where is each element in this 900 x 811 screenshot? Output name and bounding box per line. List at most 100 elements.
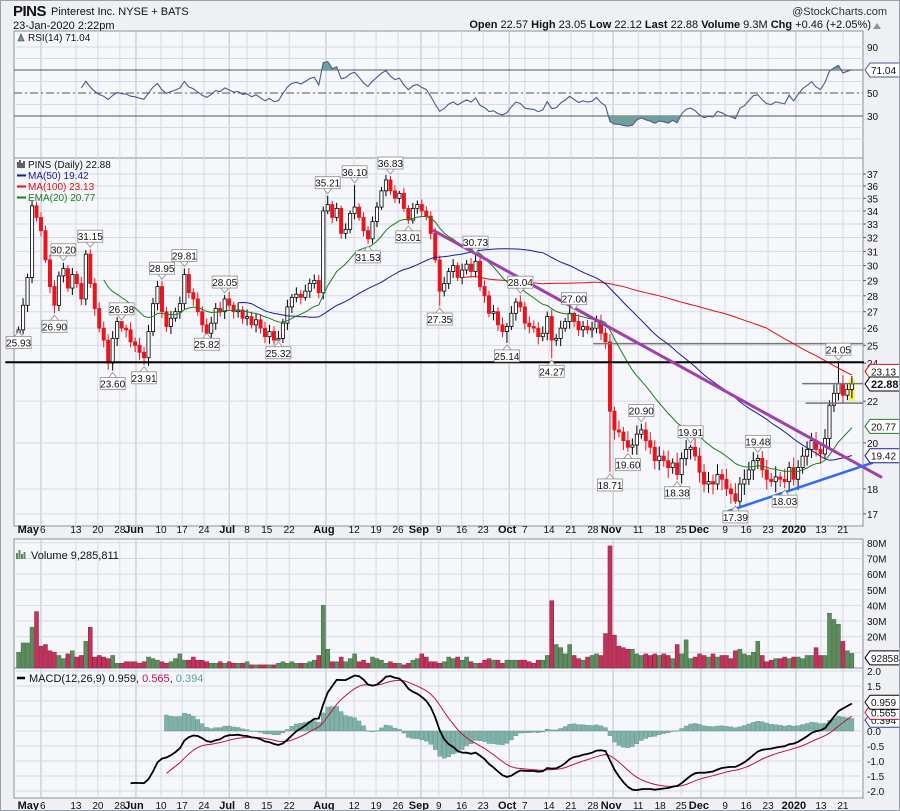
- volume-bar: [244, 661, 250, 669]
- volume-bar: [191, 656, 196, 669]
- x-axis-day-label: 20: [92, 525, 104, 536]
- volume-bar: [303, 663, 308, 669]
- price-axis-label: 30: [867, 262, 879, 273]
- x-axis-month-label: Jun: [124, 800, 144, 811]
- volume-bar: [670, 658, 675, 669]
- candle-body: [460, 269, 465, 278]
- x-axis-month-label: Aug: [313, 524, 334, 536]
- candle-body: [451, 265, 456, 272]
- candle-body: [621, 431, 626, 442]
- ema20-legend: EMA(20) 20.77: [28, 193, 96, 204]
- macd-histogram-bar: [683, 725, 689, 732]
- volume-bar: [352, 653, 357, 669]
- macd-histogram-bar: [849, 718, 855, 732]
- volume-bar: [531, 663, 537, 669]
- candle-body: [249, 316, 254, 326]
- candle-body: [370, 220, 375, 240]
- volume-bar: [509, 659, 514, 669]
- price-label: 30.20: [51, 246, 76, 257]
- x-axis-day-label: 23: [478, 801, 490, 811]
- price-label: 36.10: [342, 168, 367, 179]
- macd-histogram-bar: [643, 730, 648, 739]
- macd-histogram-bar: [450, 730, 456, 755]
- price-label: 25.14: [494, 352, 519, 363]
- volume-bar: [719, 655, 725, 669]
- candle-body: [245, 316, 250, 319]
- x-axis-day-label: 6: [40, 525, 46, 536]
- volume-bar: [298, 663, 304, 669]
- macd-histogram-bar: [518, 730, 523, 734]
- x-axis-day-label: 6: [40, 801, 46, 811]
- candle-body: [352, 206, 357, 214]
- volume-bar: [146, 656, 151, 669]
- macd-axis-label: -1.5: [867, 772, 885, 783]
- volume-bar: [625, 648, 631, 669]
- volume-bar: [114, 663, 120, 669]
- candle-body: [146, 331, 151, 359]
- macd-histogram-bar: [428, 730, 433, 745]
- candle-body: [764, 469, 769, 480]
- volume-bar: [706, 656, 711, 669]
- candle-body: [168, 317, 173, 327]
- candle-body: [348, 213, 353, 230]
- volume-bar: [656, 655, 662, 669]
- x-axis-day-label: 14: [543, 525, 555, 536]
- macd-histogram-bar: [782, 725, 787, 732]
- candle-body: [39, 217, 44, 232]
- volume-bar: [589, 655, 595, 669]
- macd-histogram-bar: [280, 730, 286, 734]
- candle-body: [464, 263, 469, 271]
- volume-bar: [804, 655, 810, 669]
- chart-canvas[interactable]: May 6May 6131320202828JunJun101017172424Ju…: [1, 1, 900, 811]
- volume-bar: [38, 645, 44, 669]
- candle-body: [325, 204, 330, 212]
- volume-bar: [401, 664, 407, 669]
- candle-body: [110, 337, 115, 364]
- macd-axis-label: 1.5: [867, 682, 881, 693]
- candle-body: [706, 481, 711, 485]
- macd-histogram-bar: [182, 713, 187, 732]
- macd-axis-label: -1.0: [867, 757, 885, 768]
- macd-histogram-bar: [217, 727, 223, 732]
- volume-bar: [522, 659, 528, 669]
- volume-bar: [226, 661, 232, 669]
- macd-histogram-bar: [406, 730, 411, 738]
- macd-legend-value: 0.959: [108, 673, 136, 685]
- x-axis-day-label: 15: [261, 801, 273, 811]
- candle-body: [545, 316, 550, 334]
- candle-body: [787, 467, 792, 483]
- candle-body: [321, 210, 326, 294]
- volume-bar: [697, 653, 702, 669]
- price-label: 30.73: [463, 238, 488, 249]
- macd-histogram-bar: [500, 730, 505, 745]
- volume-bar: [464, 656, 469, 669]
- volume-axis-label: 70M: [867, 554, 886, 565]
- volume-bar: [773, 658, 778, 669]
- volume-bar: [222, 663, 227, 669]
- volume-bar: [827, 612, 832, 669]
- candle-body: [478, 260, 483, 287]
- volume-bar: [603, 633, 608, 669]
- volume-bar: [455, 656, 460, 669]
- volume-bar: [43, 644, 48, 669]
- candle-body: [383, 179, 388, 192]
- x-axis-day-label: 13: [815, 525, 827, 536]
- x-axis-month-label: Oct: [498, 524, 517, 536]
- macd-histogram-bar: [226, 725, 232, 732]
- x-axis-day-label: 18: [655, 525, 667, 536]
- macd-histogram-bar: [607, 730, 613, 736]
- volume-legend: Volume 9,285,811: [31, 550, 119, 562]
- macd-histogram-bar: [285, 729, 290, 732]
- x-axis-month-label: Aug: [313, 800, 334, 811]
- volume-bar: [746, 655, 752, 669]
- volume-bar: [432, 661, 438, 669]
- price-axis-label: 22: [867, 397, 879, 408]
- volume-bar: [200, 659, 205, 669]
- candle-body: [755, 458, 760, 462]
- volume-bar: [818, 655, 823, 669]
- candle-body: [401, 192, 406, 209]
- macd-histogram-bar: [567, 724, 572, 732]
- macd-histogram-bar: [374, 730, 380, 732]
- volume-bar: [74, 656, 80, 669]
- macd-histogram-bar: [235, 727, 241, 732]
